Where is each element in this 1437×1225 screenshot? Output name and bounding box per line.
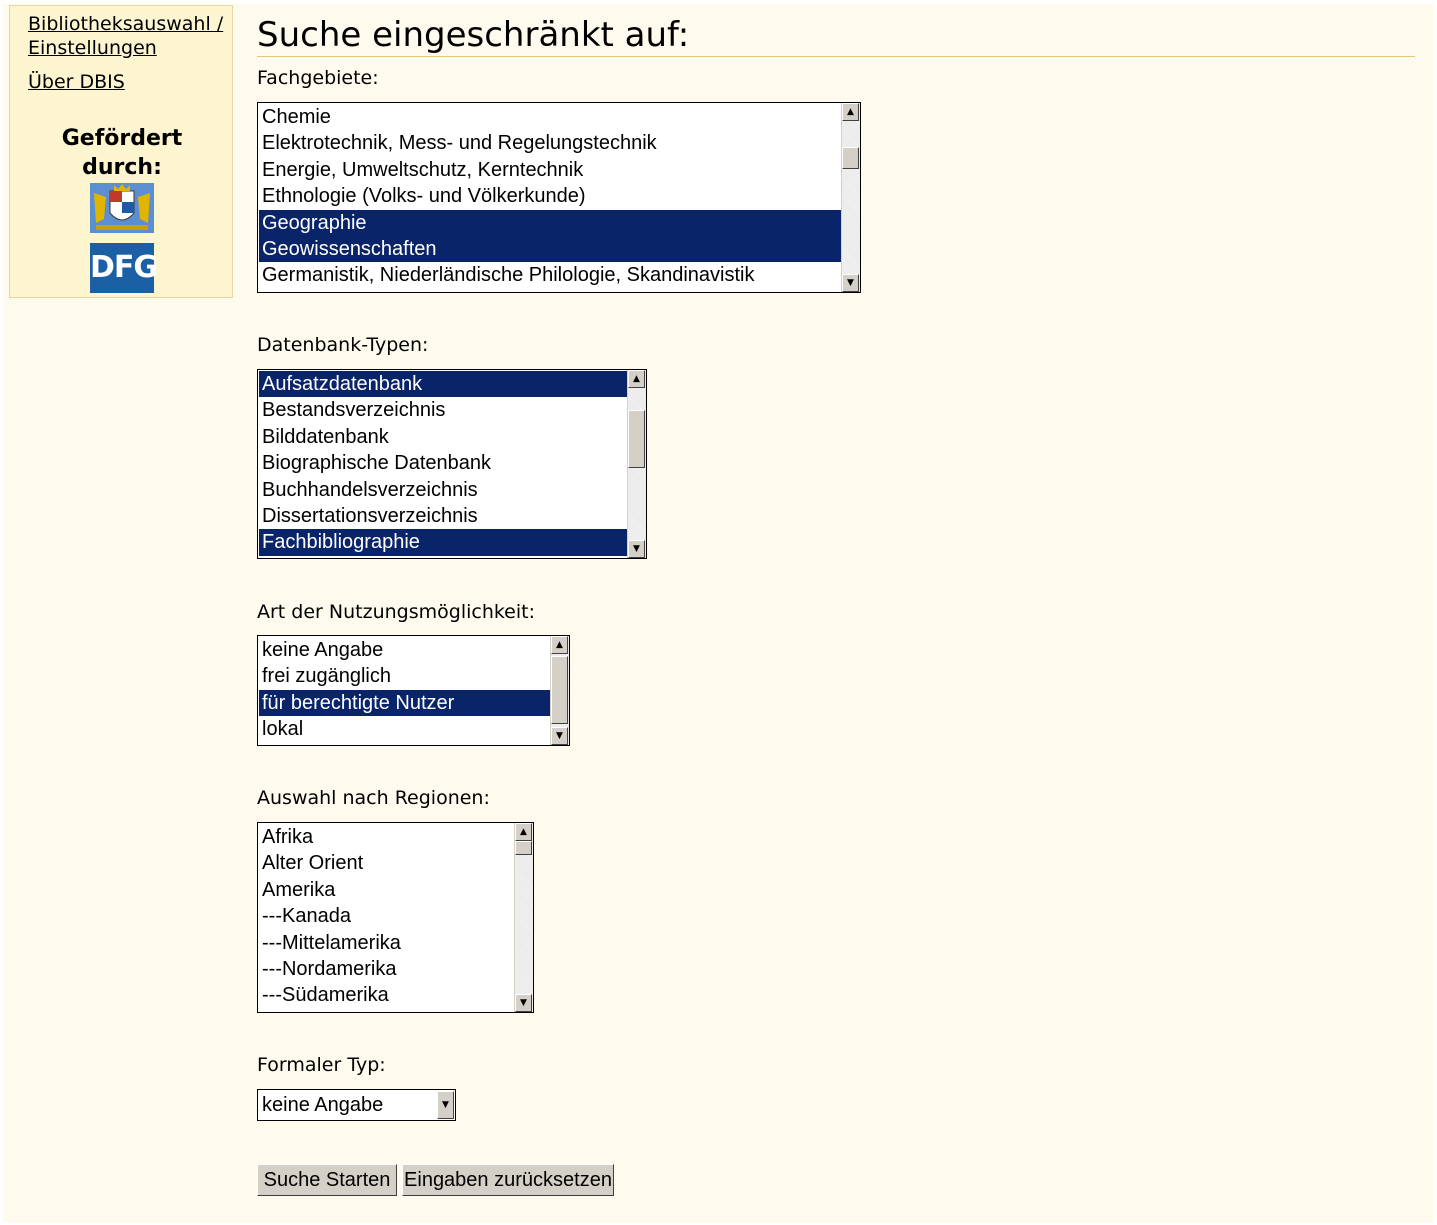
reset-inputs-button[interactable]: Eingaben zurücksetzen [402, 1164, 614, 1196]
datenbank-typen-scrollbar[interactable]: ▲ ▼ [627, 370, 646, 558]
nutzung-option[interactable]: lokal [259, 716, 550, 742]
dfg-logo: DFG [90, 243, 158, 293]
fachgebiete-listbox[interactable]: Chemie Elektrotechnik, Mess- und Regelung… [257, 102, 861, 293]
formaler-typ-selected-value: keine Angabe [262, 1094, 384, 1116]
fachgebiete-option[interactable]: Geographie [259, 209, 841, 236]
regionen-scrollbar[interactable]: ▲ ▼ [514, 823, 533, 1012]
regionen-listbox[interactable]: Afrika Alter Orient Amerika ---Kanada ---Mit… [257, 822, 534, 1013]
datenbank-typen-label: Datenbank-Typen: [257, 334, 429, 356]
fachgebiete-option[interactable]: Germanistik, Niederländische Philologie,… [259, 262, 841, 288]
dropdown-arrow-icon[interactable]: ▼ [437, 1091, 454, 1119]
nutzung-option[interactable]: für berechtigte Nutzer [259, 689, 550, 717]
datenbank-typ-option[interactable]: Buchhandelsverzeichnis [259, 477, 627, 503]
library-settings-link[interactable]: Bibliotheksauswahl / Einstellungen [28, 12, 228, 60]
fachgebiete-option[interactable]: Geowissenschaften [259, 235, 841, 263]
scrollbar-thumb[interactable] [628, 410, 645, 468]
nutzung-scrollbar[interactable]: ▲ ▼ [550, 636, 569, 745]
region-option[interactable]: Amerika [259, 877, 514, 903]
about-dbis-link[interactable]: Über DBIS [28, 70, 125, 94]
scroll-up-arrow-icon[interactable]: ▲ [515, 823, 532, 841]
fachgebiete-scrollbar[interactable]: ▲ ▼ [841, 103, 860, 292]
scroll-up-arrow-icon[interactable]: ▲ [842, 103, 859, 121]
nutzung-listbox[interactable]: keine Angabe frei zugänglich für berechtig… [257, 635, 570, 746]
fachgebiete-option[interactable]: Ethnologie (Volks- und Völkerkunde) [259, 183, 841, 209]
region-option[interactable]: ---Südamerika [259, 982, 514, 1008]
page-title: Suche eingeschränkt auf: [257, 14, 1415, 57]
region-option[interactable]: ---Kanada [259, 903, 514, 929]
scroll-down-arrow-icon[interactable]: ▼ [551, 727, 568, 745]
formaler-typ-select[interactable]: keine Angabe ▼ [257, 1089, 456, 1121]
scroll-down-arrow-icon[interactable]: ▼ [842, 274, 859, 292]
nutzung-option[interactable]: frei zugänglich [259, 663, 550, 689]
fachgebiete-option[interactable]: Elektrotechnik, Mess- und Regelungstechn… [259, 130, 841, 156]
datenbank-typ-option[interactable]: Biographische Datenbank [259, 450, 627, 476]
datenbank-typ-option[interactable]: Dissertationsverzeichnis [259, 503, 627, 529]
scroll-down-arrow-icon[interactable]: ▼ [628, 540, 645, 558]
scroll-down-arrow-icon[interactable]: ▼ [515, 994, 532, 1012]
region-option[interactable]: Afrika [259, 824, 514, 850]
datenbank-typen-listbox[interactable]: Aufsatzdatenbank Bestandsverzeichnis Bildd… [257, 369, 647, 559]
datenbank-typ-option[interactable]: Bilddatenbank [259, 424, 627, 450]
bavarian-crest-logo [90, 183, 154, 233]
nutzung-option[interactable]: keine Angabe [259, 637, 550, 663]
regionen-label: Auswahl nach Regionen: [257, 787, 490, 809]
datenbank-typ-option[interactable]: Fachbibliographie [259, 529, 627, 556]
search-start-button[interactable]: Suche Starten [257, 1164, 397, 1196]
nutzung-label: Art der Nutzungsmöglichkeit: [257, 601, 536, 623]
region-option[interactable]: ---Mittelamerika [259, 930, 514, 956]
region-option[interactable]: ---Nordamerika [259, 956, 514, 982]
region-option[interactable]: Alter Orient [259, 850, 514, 876]
scroll-up-arrow-icon[interactable]: ▲ [628, 370, 645, 388]
fachgebiete-label: Fachgebiete: [257, 67, 379, 89]
scrollbar-thumb[interactable] [551, 656, 568, 724]
scroll-up-arrow-icon[interactable]: ▲ [551, 636, 568, 654]
scrollbar-thumb[interactable] [842, 147, 859, 169]
sponsored-by-heading: Gefördert durch: [61, 126, 183, 180]
datenbank-typ-option[interactable]: Bestandsverzeichnis [259, 397, 627, 423]
formaler-typ-label: Formaler Typ: [257, 1054, 386, 1076]
scrollbar-thumb[interactable] [515, 841, 532, 855]
fachgebiete-option[interactable]: Chemie [259, 104, 841, 130]
fachgebiete-option[interactable]: Energie, Umweltschutz, Kerntechnik [259, 157, 841, 183]
sidebar: Bibliotheksauswahl / Einstellungen Über … [9, 5, 233, 298]
datenbank-typ-option[interactable]: Aufsatzdatenbank [259, 371, 627, 398]
